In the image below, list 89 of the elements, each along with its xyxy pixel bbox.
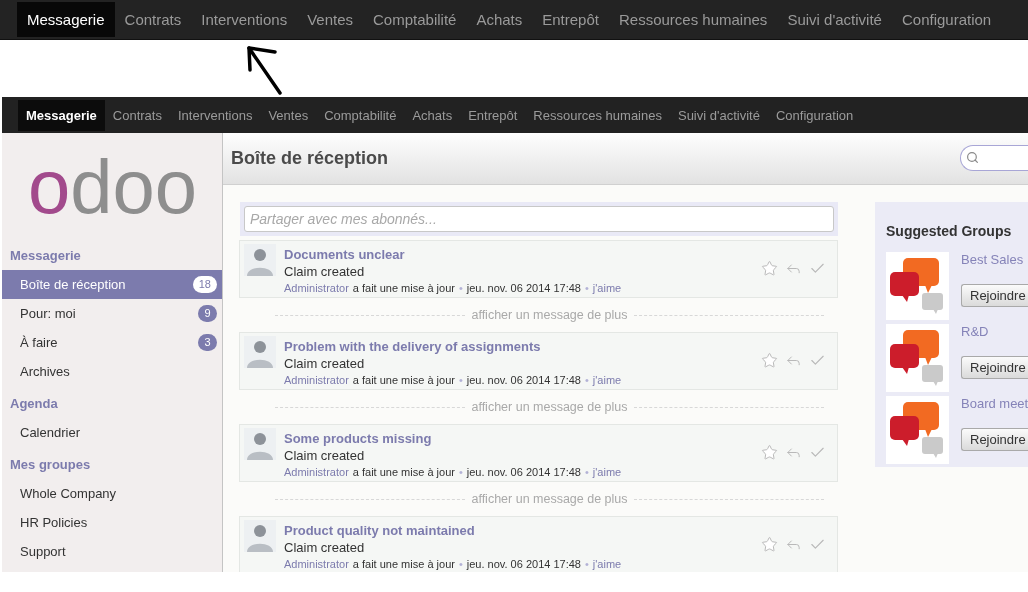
sidebar-item[interactable]: HR Policies — [2, 508, 222, 537]
section-heading: Messagerie — [9, 247, 81, 265]
menu-tab[interactable]: Messagerie — [18, 99, 105, 131]
message-body: Claim created — [284, 355, 365, 372]
action-text: a fait une mise à jour — [352, 557, 455, 572]
menu-tab[interactable]: Ventes — [260, 99, 317, 131]
menu-tab[interactable]: Ressources humaines — [608, 2, 778, 37]
join-button[interactable]: Rejoindre — [961, 428, 1028, 451]
sidebar-item[interactable]: Whole Company — [2, 479, 222, 508]
bullet: • — [584, 465, 589, 480]
menu-tab[interactable]: Entrepôt — [532, 2, 609, 37]
like-link[interactable]: j'aime — [592, 281, 622, 296]
message-body: Claim created — [284, 263, 365, 280]
bullet: • — [458, 373, 463, 388]
star-icon[interactable] — [761, 444, 778, 461]
bullet: • — [458, 465, 463, 480]
menu-tab[interactable]: Configuration — [891, 2, 1002, 37]
count-badge: 3 — [198, 334, 217, 351]
person-silhouette-icon — [244, 428, 276, 460]
share-input[interactable]: Partager avec mes abonnés... — [244, 206, 834, 232]
search-icon — [966, 151, 979, 164]
author-link[interactable]: Administrator — [284, 557, 349, 572]
author-link[interactable]: Administrator — [284, 373, 349, 388]
person-silhouette-icon — [244, 520, 276, 552]
action-text: a fait une mise à jour — [352, 373, 455, 388]
star-icon[interactable] — [761, 260, 778, 277]
menu-tab[interactable]: Interventions — [169, 99, 261, 131]
bullet: • — [458, 281, 463, 296]
star-icon[interactable] — [761, 352, 778, 369]
message-title[interactable]: Problem with the delivery of assignments — [284, 339, 541, 355]
person-silhouette-icon — [244, 336, 276, 368]
panel-title: Suggested Groups — [886, 222, 1012, 240]
author-link[interactable]: Administrator — [284, 281, 349, 296]
sidebar-item[interactable]: À faire 3 — [2, 328, 222, 357]
message-body: Claim created — [284, 539, 365, 556]
author-link[interactable]: Administrator — [284, 465, 349, 480]
menu-tab[interactable]: Suivi d'activité — [669, 99, 768, 131]
count-badge: 18 — [192, 276, 217, 293]
join-button[interactable]: Rejoindre — [961, 284, 1028, 307]
sidebar-item[interactable]: Support — [2, 537, 222, 566]
sidebar-item[interactable]: Archives — [2, 357, 222, 386]
menu-tab[interactable]: Entrepôt — [460, 99, 526, 131]
message-date: jeu. nov. 06 2014 17:48 — [466, 373, 581, 388]
message-body: Claim created — [284, 447, 365, 464]
star-icon[interactable] — [761, 536, 778, 553]
page-title: Boîte de réception — [231, 148, 389, 169]
message-date: jeu. nov. 06 2014 17:48 — [466, 465, 581, 480]
like-link[interactable]: j'aime — [592, 373, 622, 388]
person-silhouette-icon — [244, 244, 276, 276]
speech-bubbles-icon — [886, 252, 949, 320]
menu-tab[interactable]: Configuration — [767, 99, 862, 131]
menu-tab[interactable]: Achats — [466, 2, 533, 37]
menu-tab[interactable]: Interventions — [191, 2, 298, 37]
action-text: a fait une mise à jour — [352, 465, 455, 480]
message-title[interactable]: Documents unclear — [284, 247, 405, 263]
group-name[interactable]: R&D — [961, 324, 989, 340]
menu-tab[interactable]: Contrats — [104, 99, 170, 131]
search-field[interactable] — [960, 144, 1028, 171]
group-name[interactable]: Best Sales — [961, 252, 1024, 268]
odoo-logo: odoo — [28, 149, 198, 225]
bullet: • — [584, 557, 589, 572]
speech-bubbles-icon — [886, 396, 949, 464]
sidebar-item[interactable]: Calendrier — [2, 418, 222, 447]
section-heading: Mes groupes — [9, 456, 91, 474]
bullet: • — [458, 557, 463, 572]
bullet: • — [584, 281, 589, 296]
message-title[interactable]: Some products missing — [284, 431, 432, 447]
menu-tab[interactable]: Contrats — [114, 2, 192, 37]
sidebar-item[interactable]: Pour: moi 9 — [2, 299, 222, 328]
speech-bubbles-icon — [886, 324, 949, 392]
message-date: jeu. nov. 06 2014 17:48 — [466, 557, 581, 572]
message-date: jeu. nov. 06 2014 17:48 — [466, 281, 581, 296]
menu-tab[interactable]: Comptabilité — [316, 99, 405, 131]
menu-tab[interactable]: Suivi d'activité — [777, 2, 892, 37]
menu-tab[interactable]: Ressources humaines — [525, 99, 670, 131]
sidebar-item[interactable]: Boîte de réception 18 — [2, 270, 222, 299]
menu-tab[interactable]: Comptabilité — [363, 2, 467, 37]
like-link[interactable]: j'aime — [592, 465, 622, 480]
menu-tab[interactable]: Achats — [404, 99, 461, 131]
like-link[interactable]: j'aime — [592, 557, 622, 572]
section-heading: Agenda — [9, 395, 58, 413]
menu-tab[interactable]: Messagerie — [17, 2, 115, 37]
group-name[interactable]: Board meet — [961, 396, 1028, 412]
bullet: • — [584, 373, 589, 388]
join-button[interactable]: Rejoindre — [961, 356, 1028, 379]
action-text: a fait une mise à jour — [352, 281, 455, 296]
menu-tab[interactable]: Ventes — [297, 2, 363, 37]
count-badge: 9 — [198, 305, 217, 322]
message-title[interactable]: Product quality not maintained — [284, 523, 475, 539]
